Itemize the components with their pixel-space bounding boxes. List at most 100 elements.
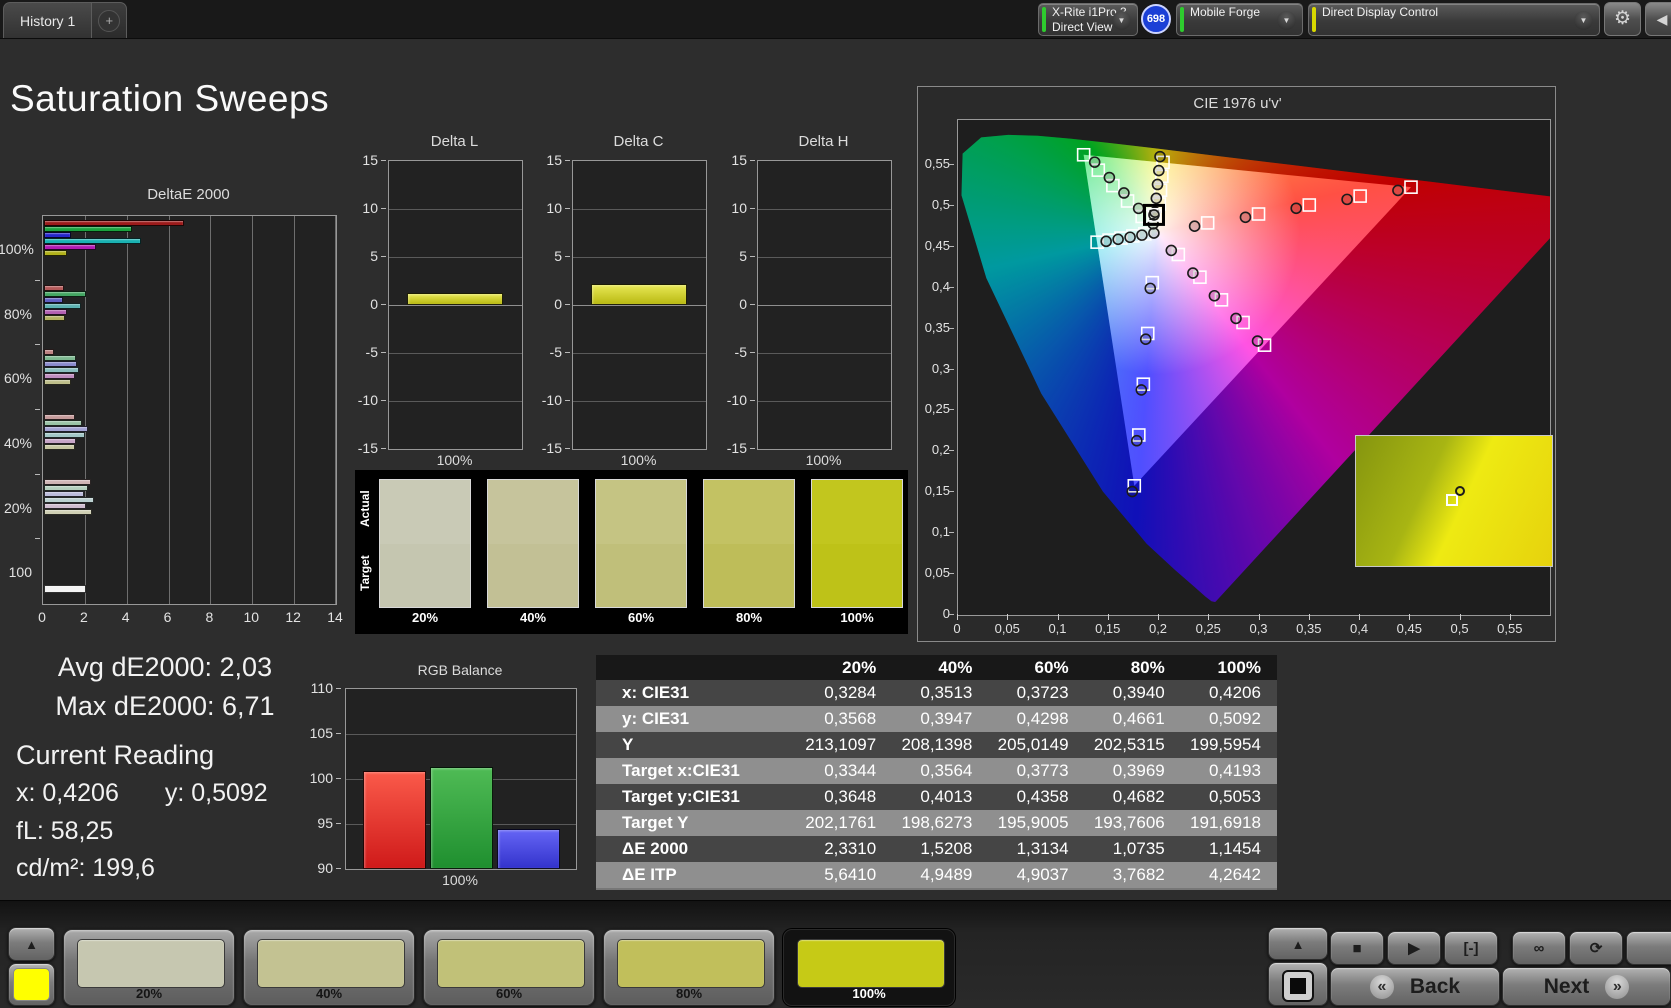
back-button[interactable]: « Back: [1330, 967, 1500, 1006]
chevron-down-icon[interactable]: ▼: [1112, 11, 1131, 30]
display-name: Direct Display Control: [1322, 5, 1439, 19]
deltae-bar: [44, 444, 76, 450]
target-swatch: [380, 543, 470, 607]
measured-marker-magenta: [1165, 244, 1178, 257]
pattern-color-swatch: [13, 968, 50, 1001]
pattern-button-80%[interactable]: 80%: [603, 929, 775, 1006]
table-row: ΔE ITP 5,6410 4,9489 4,9037 3,7682 4,2642: [596, 862, 1277, 888]
source-dropdown[interactable]: Mobile Forge ▼: [1176, 3, 1303, 36]
current-reading-xy: x: 0,4206 y: 0,5092: [16, 779, 268, 808]
axis-tick-label: 0,35: [1296, 621, 1322, 636]
actual-swatch: [596, 480, 686, 544]
axis-tick: [381, 256, 386, 257]
table-cell: 0,4206: [1208, 683, 1261, 702]
axis-tick: [949, 409, 954, 411]
axis-tick: [750, 256, 755, 257]
next-button[interactable]: Next »: [1502, 967, 1671, 1006]
pattern-swatch: [77, 939, 225, 988]
source-name: Mobile Forge: [1190, 5, 1261, 19]
play-button[interactable]: ▶: [1387, 931, 1441, 965]
axis-tick-label: 10: [731, 200, 747, 216]
measured-marker-cyan: [1136, 229, 1148, 241]
single-measure-button[interactable]: [-]: [1444, 931, 1498, 965]
axis-tick-label: 80%: [3, 305, 32, 322]
actual-swatch: [380, 480, 470, 544]
stop-button[interactable]: ■: [1330, 931, 1384, 965]
pattern-button-40%[interactable]: 40%: [243, 929, 415, 1006]
table-cell: 0,3723: [1016, 683, 1069, 702]
axis-tick-label: 0,1: [931, 524, 950, 540]
current-pattern-color-button[interactable]: [8, 963, 55, 1006]
table-cell: 0,3284: [824, 683, 877, 702]
actual-swatch: [488, 480, 578, 544]
grid-line: [758, 401, 891, 402]
window-pattern-button[interactable]: [1268, 962, 1328, 1006]
cie-chart-title: CIE 1976 u'v': [1193, 95, 1282, 112]
axis-tick-label: 0,15: [924, 483, 950, 499]
display-popup-button[interactable]: ▲: [1268, 927, 1328, 960]
delta-h-chart: [757, 160, 892, 450]
measured-marker-green: [1103, 171, 1116, 184]
axis-tick-label: 95: [317, 815, 333, 831]
axis-tick-label: 100: [309, 770, 333, 786]
pattern-button-20%[interactable]: 20%: [63, 929, 235, 1006]
axis-tick-label: 0,05: [994, 621, 1020, 636]
axis-tick: [35, 344, 40, 346]
measured-marker-yellow: [1153, 164, 1165, 177]
axis-tick-label: 10: [243, 609, 260, 625]
deltae2000-chart-title: DeltaE 2000: [147, 186, 230, 203]
grid-line: [389, 353, 522, 354]
measured-marker-green: [1088, 156, 1101, 168]
axis-tick: [381, 304, 386, 305]
axis-tick-label: 12: [285, 609, 301, 625]
display-status-accent: [1312, 7, 1316, 32]
meter-dropdown[interactable]: X-Rite i1Pro 3 Direct View ▼: [1038, 3, 1138, 36]
table-row: y: CIE31 0,3568 0,3947 0,4298 0,4661 0,5092: [596, 706, 1277, 732]
cie-chart: [957, 119, 1553, 616]
pattern-label: 60%: [495, 986, 523, 1001]
axis-tick: [35, 279, 40, 281]
next-label: Next: [1543, 974, 1590, 998]
delta-bar: [407, 293, 503, 305]
add-tab-button[interactable]: +: [92, 2, 128, 38]
measurement-count-badge: 698: [1141, 4, 1171, 34]
window-pattern-icon: [1282, 970, 1314, 1002]
axis-tick-label: 15: [362, 152, 378, 168]
grid-line: [294, 216, 296, 604]
axis-tick-label: 0,1: [1048, 621, 1067, 636]
table-row: Target y:CIE31 0,3648 0,4013 0,4358 0,4682 0,…: [596, 784, 1277, 810]
pattern-popup-button[interactable]: ▲: [8, 927, 55, 961]
deltae-bar: [44, 314, 65, 321]
table-cell: 1,0735: [1112, 839, 1165, 858]
settings-button[interactable]: ⚙: [1604, 2, 1641, 36]
collapse-panel-button[interactable]: ◀: [1645, 2, 1671, 36]
current-y: y: 0,5092: [164, 779, 268, 807]
table-row-label: x: CIE31: [622, 683, 690, 702]
loop-button[interactable]: ⟳: [1569, 931, 1623, 965]
chevron-down-icon[interactable]: ▼: [1277, 11, 1296, 30]
table-cell: 0,3564: [920, 761, 973, 780]
display-control-dropdown[interactable]: Direct Display Control ▼: [1308, 3, 1600, 36]
axis-tick: [949, 368, 954, 370]
axis-tick: [949, 245, 954, 247]
tab-history-1[interactable]: History 1: [3, 2, 93, 38]
pattern-button-100%[interactable]: 100%: [783, 929, 955, 1006]
target-marker-red: [1302, 198, 1317, 212]
axis-tick-label: -15: [726, 440, 747, 456]
target-swatch: [704, 543, 794, 607]
axis-tick: [1409, 614, 1411, 620]
continuous-button[interactable]: ∞: [1512, 931, 1566, 965]
chevron-down-icon[interactable]: ▼: [1574, 11, 1593, 30]
swatch-60%: [595, 479, 687, 608]
table-header-row: 20% 40% 60% 80% 100%: [596, 655, 1277, 680]
table-corner-cell: [596, 655, 796, 680]
back-chevron-icon: «: [1369, 974, 1394, 999]
axis-tick-label: 0: [739, 296, 747, 312]
target-swatch: [488, 543, 578, 607]
table-cell: 0,4013: [920, 787, 973, 806]
axis-tick: [381, 160, 386, 161]
measured-marker-red: [1188, 220, 1201, 232]
extra-button[interactable]: [1626, 931, 1671, 965]
pattern-button-60%[interactable]: 60%: [423, 929, 595, 1006]
axis-tick-label: 105: [309, 725, 333, 741]
